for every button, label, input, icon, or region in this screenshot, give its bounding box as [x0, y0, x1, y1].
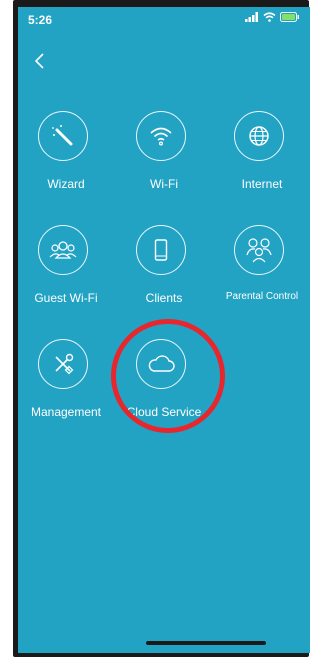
wifi-status-icon: [263, 12, 276, 22]
status-icons: [245, 12, 300, 22]
tile-parental-control[interactable]: Parental Control: [214, 225, 310, 325]
battery-icon: [280, 12, 299, 22]
tile-wifi[interactable]: Wi-Fi: [116, 111, 212, 211]
back-chevron-icon[interactable]: [30, 51, 50, 71]
tile-internet[interactable]: Internet: [214, 111, 310, 211]
tile-guest-wifi[interactable]: Guest Wi-Fi: [18, 225, 114, 325]
wand-icon: [38, 111, 88, 161]
phone-icon: [136, 225, 186, 275]
status-time: 5:26: [28, 13, 53, 27]
tools-icon: [38, 339, 88, 389]
tile-management[interactable]: Management: [18, 339, 114, 439]
tile-clients[interactable]: Clients: [116, 225, 212, 325]
app-screen: 5:26 Wizard Wi-Fi Internet Guest Wi-Fi C…: [18, 7, 310, 653]
tile-label: Internet: [241, 177, 283, 191]
tile-label: Parental Control: [225, 291, 299, 302]
status-bar: 5:26: [18, 7, 310, 33]
home-indicator[interactable]: [146, 641, 266, 645]
highlight-circle: [111, 319, 225, 433]
wifi-icon: [136, 111, 186, 161]
tile-wizard[interactable]: Wizard: [18, 111, 114, 211]
signal-icon: [245, 12, 258, 22]
family-icon: [234, 225, 284, 275]
guests-icon: [38, 225, 88, 275]
globe-icon: [234, 111, 284, 161]
